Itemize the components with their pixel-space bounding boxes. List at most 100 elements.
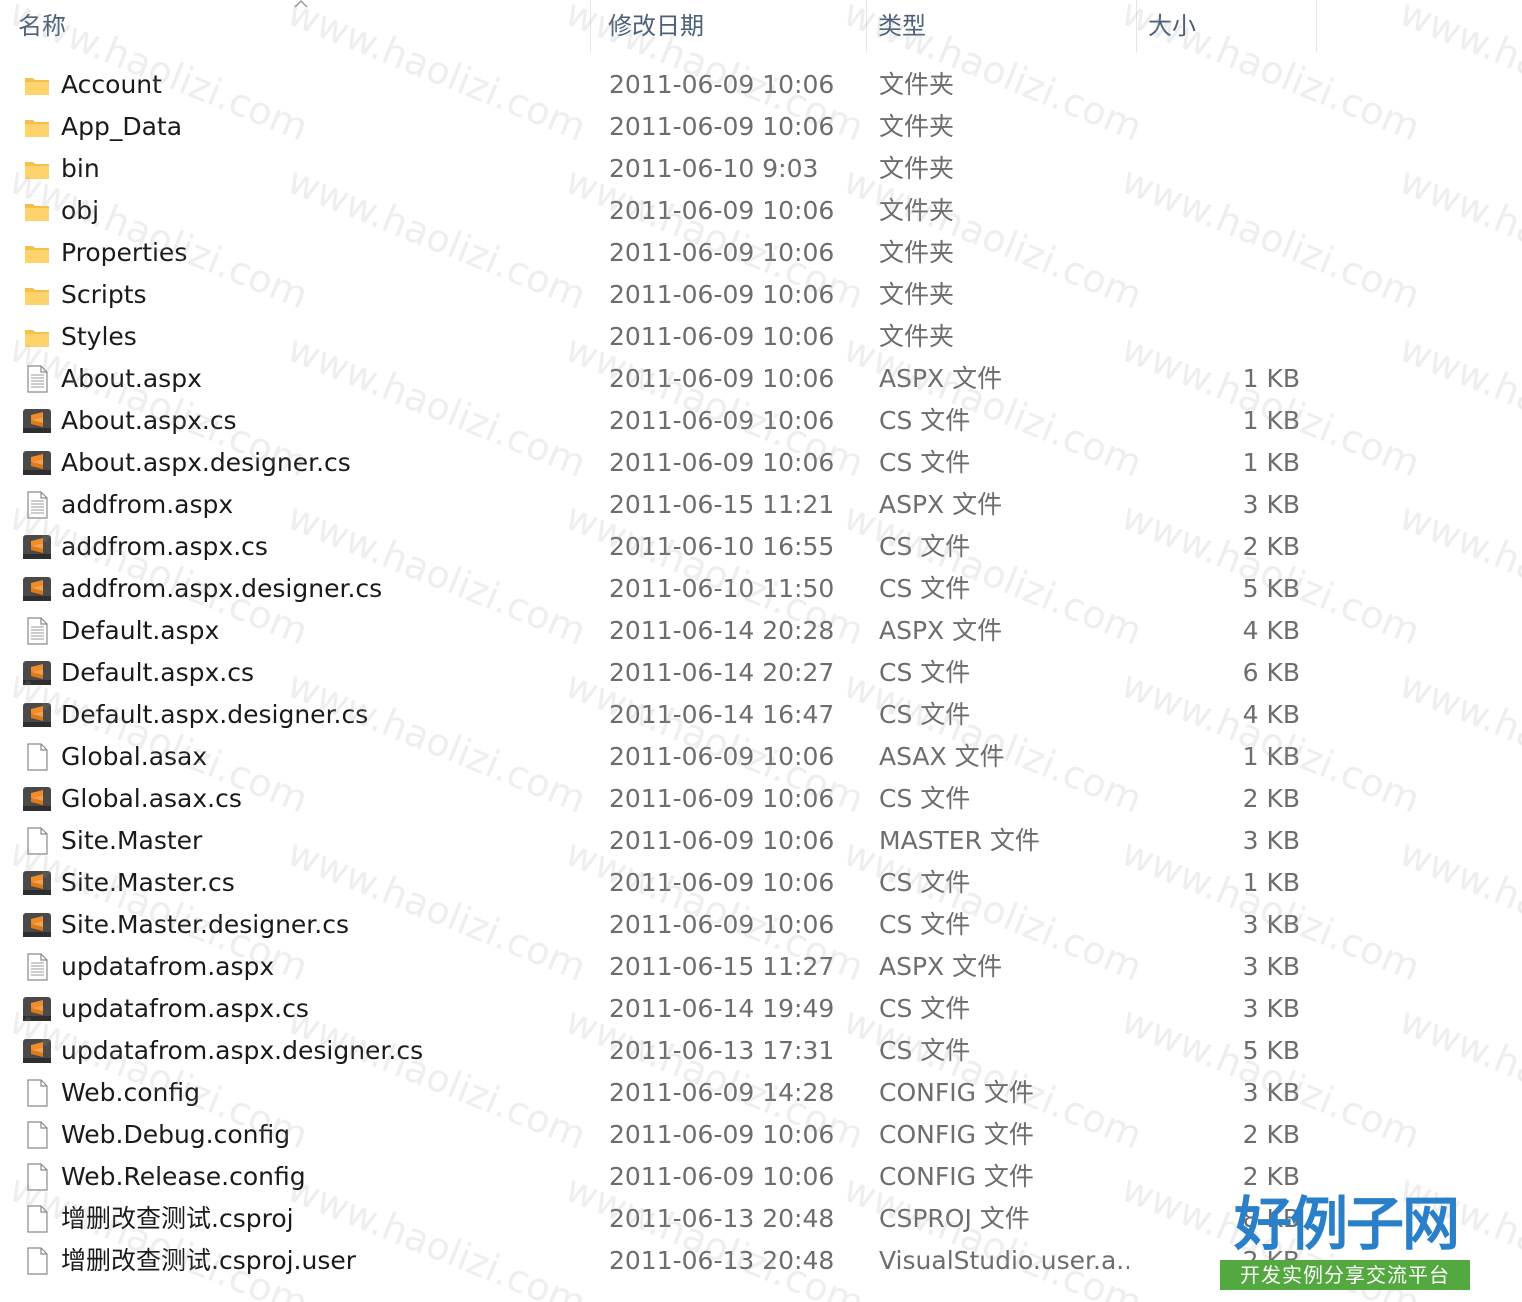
- file-row[interactable]: Web.Debug.config 2011-06-09 10:06 CONFIG 文…: [0, 1114, 1522, 1156]
- file-size: [1150, 148, 1300, 190]
- file-row[interactable]: About.aspx 2011-06-09 10:06 ASPX 文件 1 KB: [0, 358, 1522, 400]
- file-name: Site.Master.cs: [61, 868, 235, 897]
- file-date-modified: 2011-06-09 10:06: [609, 826, 835, 855]
- file-name: Scripts: [61, 280, 147, 309]
- file-name: bin: [61, 154, 100, 183]
- file-size: 4 KB: [1242, 700, 1300, 729]
- sublime-file-icon: [22, 1036, 52, 1066]
- file-date-modified: 2011-06-09 10:06: [609, 448, 835, 477]
- file-row[interactable]: obj 2011-06-09 10:06 文件夹: [0, 190, 1522, 232]
- file-date-modified: 2011-06-09 10:06: [609, 1162, 835, 1191]
- file-row[interactable]: Account 2011-06-09 10:06 文件夹: [0, 64, 1522, 106]
- file-row[interactable]: updatafrom.aspx 2011-06-15 11:27 ASPX 文件 3 …: [0, 946, 1522, 988]
- file-type: CS 文件: [879, 868, 971, 897]
- sublime-file-icon: [22, 532, 52, 562]
- file-name: obj: [61, 196, 100, 225]
- column-header-type[interactable]: 类型: [878, 0, 1128, 52]
- file-row[interactable]: addfrom.aspx.cs 2011-06-10 16:55 CS 文件 2 KB: [0, 526, 1522, 568]
- file-name: 增删改查测试.csproj.user: [61, 1246, 357, 1275]
- column-divider[interactable]: [1316, 0, 1317, 52]
- file-name: updatafrom.aspx: [61, 952, 275, 981]
- file-row[interactable]: Global.asax.cs 2011-06-09 10:06 CS 文件 2 KB: [0, 778, 1522, 820]
- file-date-modified: 2011-06-09 14:28: [609, 1078, 835, 1107]
- column-header-date-modified[interactable]: 修改日期: [608, 0, 858, 52]
- file-size: 2 KB: [1242, 784, 1300, 813]
- file-row[interactable]: Global.asax 2011-06-09 10:06 ASAX 文件 1 KB: [0, 736, 1522, 778]
- file-row[interactable]: addfrom.aspx 2011-06-15 11:21 ASPX 文件 3 KB: [0, 484, 1522, 526]
- file-row[interactable]: Default.aspx 2011-06-14 20:28 ASPX 文件 4 KB: [0, 610, 1522, 652]
- file-size: 1 KB: [1242, 742, 1300, 771]
- file-name: Web.config: [61, 1078, 200, 1107]
- file-date-modified: 2011-06-09 10:06: [609, 112, 835, 141]
- file-type: CS 文件: [879, 784, 971, 813]
- file-date-modified: 2011-06-14 16:47: [609, 700, 835, 729]
- text-file-icon: [22, 952, 52, 982]
- column-divider[interactable]: [1136, 0, 1137, 52]
- file-row[interactable]: Styles 2011-06-09 10:06 文件夹: [0, 316, 1522, 358]
- file-type: CS 文件: [879, 910, 971, 939]
- file-row[interactable]: Default.aspx.designer.cs 2011-06-14 16:47…: [0, 694, 1522, 736]
- file-type: CS 文件: [879, 700, 971, 729]
- file-row[interactable]: Site.Master 2011-06-09 10:06 MASTER 文件 3 KB: [0, 820, 1522, 862]
- file-size: 1 KB: [1242, 406, 1300, 435]
- file-name: Styles: [61, 322, 137, 351]
- file-row[interactable]: Web.Release.config 2011-06-09 10:06 CONFIG…: [0, 1156, 1522, 1198]
- file-size: [1150, 64, 1300, 106]
- file-type: CS 文件: [879, 1036, 971, 1065]
- file-date-modified: 2011-06-10 16:55: [609, 532, 835, 561]
- sublime-file-icon: [22, 658, 52, 688]
- folder-icon: [22, 154, 52, 184]
- file-name: Web.Release.config: [61, 1162, 306, 1191]
- file-type: 文件夹: [879, 70, 955, 99]
- file-name: Default.aspx: [61, 616, 220, 645]
- file-row[interactable]: Scripts 2011-06-09 10:06 文件夹: [0, 274, 1522, 316]
- file-name: Global.asax.cs: [61, 784, 242, 813]
- column-header-name[interactable]: 名称: [18, 0, 588, 52]
- blank-file-icon: [22, 1078, 52, 1108]
- file-date-modified: 2011-06-09 10:06: [609, 742, 835, 771]
- folder-icon: [22, 238, 52, 268]
- folder-icon: [22, 322, 52, 352]
- file-row[interactable]: Default.aspx.cs 2011-06-14 20:27 CS 文件 6 KB: [0, 652, 1522, 694]
- column-divider[interactable]: [866, 0, 867, 52]
- column-divider[interactable]: [590, 0, 591, 52]
- file-row[interactable]: About.aspx.cs 2011-06-09 10:06 CS 文件 1 KB: [0, 400, 1522, 442]
- file-row[interactable]: 增删改查测试.csproj.user 2011-06-13 20:48 Visual…: [0, 1240, 1522, 1282]
- file-size: 5 KB: [1242, 574, 1300, 603]
- column-header-size[interactable]: 大小: [1148, 0, 1308, 52]
- file-date-modified: 2011-06-09 10:06: [609, 1120, 835, 1149]
- file-row[interactable]: About.aspx.designer.cs 2011-06-09 10:06 CS…: [0, 442, 1522, 484]
- blank-file-icon: [22, 826, 52, 856]
- sublime-file-icon: [22, 784, 52, 814]
- file-date-modified: 2011-06-09 10:06: [609, 322, 835, 351]
- file-row[interactable]: Site.Master.cs 2011-06-09 10:06 CS 文件 1 KB: [0, 862, 1522, 904]
- file-date-modified: 2011-06-15 11:27: [609, 952, 835, 981]
- file-size: [1150, 316, 1300, 358]
- file-size: [1150, 190, 1300, 232]
- file-row[interactable]: Site.Master.designer.cs 2011-06-09 10:06 C…: [0, 904, 1522, 946]
- folder-icon: [22, 112, 52, 142]
- file-row[interactable]: updatafrom.aspx.designer.cs 2011-06-13 17…: [0, 1030, 1522, 1072]
- file-date-modified: 2011-06-10 11:50: [609, 574, 835, 603]
- file-name: addfrom.aspx.designer.cs: [61, 574, 383, 603]
- file-name: updatafrom.aspx.designer.cs: [61, 1036, 424, 1065]
- file-date-modified: 2011-06-10 9:03: [609, 154, 819, 183]
- file-row[interactable]: updatafrom.aspx.cs 2011-06-14 19:49 CS 文件 3…: [0, 988, 1522, 1030]
- file-name: About.aspx.cs: [61, 406, 237, 435]
- file-row[interactable]: App_Data 2011-06-09 10:06 文件夹: [0, 106, 1522, 148]
- file-size: 3 KB: [1242, 1078, 1300, 1107]
- file-date-modified: 2011-06-09 10:06: [609, 280, 835, 309]
- folder-icon: [22, 196, 52, 226]
- file-row[interactable]: bin 2011-06-10 9:03 文件夹: [0, 148, 1522, 190]
- sublime-file-icon: [22, 994, 52, 1024]
- file-list: Account 2011-06-09 10:06 文件夹 App_Data 2011-0…: [0, 64, 1522, 1282]
- file-size: 2 KB: [1242, 1120, 1300, 1149]
- file-name: addfrom.aspx.cs: [61, 532, 268, 561]
- file-type: CS 文件: [879, 532, 971, 561]
- file-row[interactable]: Properties 2011-06-09 10:06 文件夹: [0, 232, 1522, 274]
- file-type: VisualStudio.user.a...: [879, 1246, 1129, 1275]
- sublime-file-icon: [22, 574, 52, 604]
- file-row[interactable]: 增删改查测试.csproj 2011-06-13 20:48 CSPROJ 文件 8 …: [0, 1198, 1522, 1240]
- file-row[interactable]: addfrom.aspx.designer.cs 2011-06-10 11:50…: [0, 568, 1522, 610]
- file-row[interactable]: Web.config 2011-06-09 14:28 CONFIG 文件 3 KB: [0, 1072, 1522, 1114]
